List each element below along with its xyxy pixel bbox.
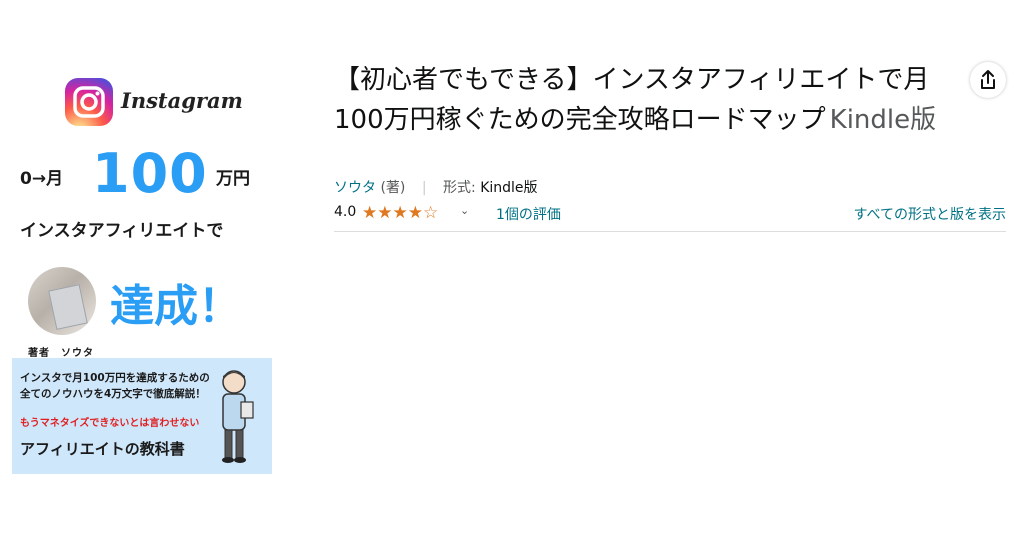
rating-count-link[interactable]: 1個の評価 xyxy=(496,204,561,224)
format-value: Kindle版 xyxy=(480,180,538,196)
rating-row: 4.0 ★★★★☆ ⌄ 1個の評価 すべての形式と版を表示 xyxy=(334,203,1006,226)
chevron-down-icon[interactable]: ⌄ xyxy=(460,204,469,217)
person-illustration-icon xyxy=(222,370,254,463)
cover-author-caption: 著者 ソウタ xyxy=(28,348,94,359)
cover-prefix: 0→月 xyxy=(20,169,64,189)
rating-score: 4.0 xyxy=(334,204,357,220)
cover-subheadline: インスタアフィリエイトで xyxy=(20,221,224,241)
cover-box-line1: インスタで月100万円を達成するための xyxy=(20,372,210,384)
byline-separator: | xyxy=(421,180,427,196)
instagram-wordmark: Instagram xyxy=(121,88,243,113)
instagram-logo-icon xyxy=(65,78,113,126)
cover-achieve: 達成！ xyxy=(110,281,242,332)
share-button[interactable] xyxy=(970,62,1006,98)
author-role: (著) xyxy=(380,180,406,196)
author-avatar xyxy=(28,267,96,335)
cover-box-line2: 全てのノウハウを4万文字で徹底解説！ xyxy=(20,388,206,400)
cover-box-title: アフィリエイトの教科書 xyxy=(20,440,185,458)
product-title: 【初心者でもできる】インスタアフィリエイトで月100万円稼ぐための完全攻略ロード… xyxy=(334,60,969,140)
book-cover-image[interactable]: Instagram 0→月 100 万円 インスタアフィリエイトで 達成！ 著者… xyxy=(10,70,272,475)
all-formats-link[interactable]: すべての形式と版を表示 xyxy=(854,204,1006,224)
cover-box-text: インスタで月100万円を達成するための 全てのノウハウを4万文字で徹底解説！ xyxy=(20,370,210,402)
cover-box-red-text: もうマネタイズできないとは言わせない xyxy=(20,418,200,429)
cover-unit: 万円 xyxy=(216,169,250,189)
cover-amount: 100 xyxy=(92,142,208,205)
instagram-brand: Instagram xyxy=(65,78,265,128)
format-label: 形式: xyxy=(443,180,476,196)
star-rating[interactable]: ★★★★☆ xyxy=(362,203,438,223)
byline: ソウタ (著) | 形式: Kindle版 xyxy=(334,177,538,197)
author-link[interactable]: ソウタ xyxy=(334,180,376,196)
cover-headline: 0→月 100 万円 xyxy=(20,142,270,205)
cover-info-box: インスタで月100万円を達成するための 全てのノウハウを4万文字で徹底解説！ も… xyxy=(12,358,272,474)
divider xyxy=(334,231,1006,232)
laptop-icon xyxy=(48,284,88,330)
product-format-suffix: Kindle版 xyxy=(829,105,937,135)
share-icon xyxy=(981,70,995,89)
